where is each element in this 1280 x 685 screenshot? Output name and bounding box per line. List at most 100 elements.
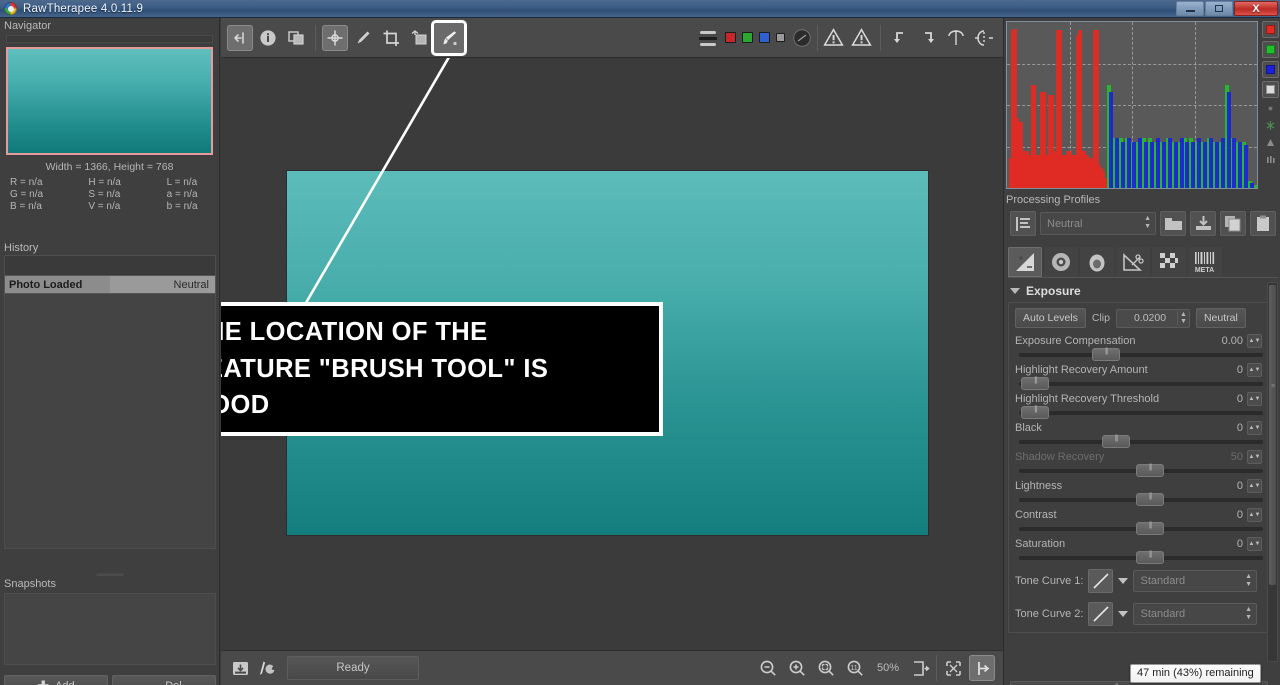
crosshair-icon[interactable]	[322, 24, 348, 51]
zoom-1to1-icon[interactable]: 11	[843, 655, 869, 681]
eyedropper-icon[interactable]	[350, 25, 376, 51]
histogram-chromaticity-toggle[interactable]	[1262, 101, 1279, 115]
histogram-chart[interactable]	[1006, 21, 1258, 189]
spinner-arrows-icon[interactable]: ▲▼	[1247, 363, 1262, 377]
status-button[interactable]: Ready	[287, 656, 419, 680]
chevron-down-icon[interactable]	[1118, 611, 1129, 617]
slider-highlight-recovery-threshold[interactable]: Highlight Recovery Threshold 0 ▲▼	[1015, 392, 1271, 419]
highlight-clipping-warning-icon[interactable]	[848, 25, 874, 51]
histogram-green-toggle[interactable]	[1262, 41, 1279, 58]
slider-track[interactable]	[1019, 522, 1263, 535]
slider-thumb[interactable]	[1136, 551, 1165, 564]
straighten-rotate-icon[interactable]	[406, 25, 432, 51]
folder-open-icon[interactable]	[1160, 211, 1186, 236]
flip-vertical-icon[interactable]	[943, 25, 969, 51]
slider-saturation[interactable]: Saturation 0 ▲▼	[1015, 537, 1271, 564]
fullscreen-icon[interactable]	[940, 655, 966, 681]
exposure-section-header[interactable]: Exposure	[1008, 282, 1278, 302]
brush-tool-button[interactable]	[431, 19, 467, 56]
before-after-panels-icon[interactable]	[283, 25, 309, 51]
snapshot-del-button[interactable]: ▬ Del	[112, 675, 216, 685]
blue-channel-indicator[interactable]	[759, 32, 770, 43]
red-channel-indicator[interactable]	[725, 32, 736, 43]
curve-icon[interactable]	[1088, 569, 1114, 593]
slider-thumb[interactable]	[1092, 348, 1121, 361]
spinner-arrows-icon[interactable]: ▲▼	[1247, 508, 1262, 522]
auto-levels-button[interactable]: Auto Levels	[1015, 308, 1086, 328]
histogram-bars-icon[interactable]	[695, 25, 721, 51]
green-channel-indicator[interactable]	[742, 32, 753, 43]
info-circle-icon[interactable]	[255, 25, 281, 51]
spinner-arrows-icon[interactable]: ▲▼	[1247, 392, 1262, 406]
save-to-queue-icon[interactable]	[227, 655, 253, 681]
histogram-luminance-toggle[interactable]	[1262, 81, 1279, 98]
rotate-right-icon[interactable]	[915, 25, 941, 51]
scrollbar-thumb[interactable]	[1269, 285, 1276, 585]
snapshot-add-button[interactable]: ✚ Add	[4, 675, 108, 685]
spinner-arrows-icon[interactable]: ▲▼	[1247, 334, 1262, 348]
spinner-arrows-icon[interactable]: ▲▼	[1247, 479, 1262, 493]
slider-black[interactable]: Black 0 ▲▼	[1015, 421, 1271, 448]
slider-thumb[interactable]	[1136, 464, 1165, 477]
panel-divider[interactable]: ▬▬▬	[0, 568, 220, 578]
processing-profile-select[interactable]: Neutral ▲ ▼	[1040, 212, 1156, 235]
spinner-arrows-icon[interactable]: ▲▼	[1247, 450, 1262, 464]
tab-transform[interactable]	[1116, 247, 1150, 277]
copy-profile-icon[interactable]	[1220, 211, 1246, 236]
slider-shadow-recovery[interactable]: Shadow Recovery 50 ▲▼	[1015, 450, 1271, 477]
flip-horizontal-icon[interactable]	[971, 25, 997, 51]
shadow-clipping-warning-icon[interactable]	[820, 25, 846, 51]
image-editor-canvas[interactable]: THE LOCATION OF THE FEATURE "BRUSH TOOL"…	[221, 58, 1003, 650]
slider-thumb[interactable]	[1136, 522, 1165, 535]
right-panel-scrollbar[interactable]: ≡	[1267, 282, 1278, 662]
slider-contrast[interactable]: Contrast 0 ▲▼	[1015, 508, 1271, 535]
tab-raw[interactable]	[1152, 247, 1186, 277]
collapse-panel-button[interactable]	[227, 24, 253, 51]
crop-icon[interactable]	[378, 25, 404, 51]
navigator-thumbnail[interactable]	[6, 47, 213, 155]
history-row[interactable]: Photo Loaded Neutral	[4, 275, 216, 294]
slider-exposure-compensation[interactable]: Exposure Compensation 0.00 ▲▼	[1015, 334, 1271, 361]
exposure-tool-panel[interactable]: Exposure Auto Levels Clip 0.0200 ▲ ▼ Neut…	[1008, 282, 1278, 674]
save-profile-icon[interactable]	[1190, 211, 1216, 236]
paste-profile-icon[interactable]	[1250, 211, 1276, 236]
snapshots-list[interactable]	[4, 593, 216, 665]
profile-list-icon[interactable]	[1010, 211, 1036, 236]
slider-track[interactable]	[1019, 348, 1263, 361]
maximize-button[interactable]	[1205, 1, 1233, 16]
luminance-channel-indicator[interactable]	[776, 33, 785, 42]
zoom-out-icon[interactable]	[756, 655, 782, 681]
clip-spinner[interactable]: 0.0200 ▲ ▼	[1115, 308, 1190, 328]
spinner-arrows-icon[interactable]: ▲▼	[1247, 537, 1262, 551]
brush-palette-icon[interactable]	[253, 655, 279, 681]
tone-curve-mode-select[interactable]: Standard ▲ ▼	[1133, 603, 1257, 625]
slider-track[interactable]	[1019, 406, 1263, 419]
slider-track[interactable]	[1019, 464, 1263, 477]
slider-track[interactable]	[1019, 435, 1263, 448]
zoom-in-icon[interactable]	[785, 655, 811, 681]
tab-exposure[interactable]	[1008, 247, 1042, 277]
tab-color[interactable]	[1080, 247, 1114, 277]
histogram-red-toggle[interactable]	[1262, 21, 1279, 38]
curve-icon[interactable]	[1088, 602, 1114, 626]
fit-crop-icon[interactable]	[907, 655, 933, 681]
histogram-blue-toggle[interactable]	[1262, 61, 1279, 78]
tab-metadata[interactable]: META	[1188, 247, 1222, 277]
slider-track[interactable]	[1019, 551, 1263, 564]
minimize-button[interactable]	[1176, 1, 1204, 16]
history-list[interactable]	[4, 294, 216, 549]
slider-thumb[interactable]	[1101, 435, 1130, 448]
slider-track[interactable]	[1019, 377, 1263, 390]
slider-track[interactable]	[1019, 493, 1263, 506]
close-button[interactable]: X	[1234, 1, 1278, 16]
slider-highlight-recovery-amount[interactable]: Highlight Recovery Amount 0 ▲▼	[1015, 363, 1271, 390]
spinner-arrows-icon[interactable]: ▲▼	[1247, 421, 1262, 435]
rotate-left-icon[interactable]	[887, 25, 913, 51]
histogram-raw-toggle[interactable]	[1262, 118, 1279, 132]
slider-thumb[interactable]	[1021, 406, 1050, 419]
slider-thumb[interactable]	[1136, 493, 1165, 506]
zoom-fit-icon[interactable]	[814, 655, 840, 681]
neutral-button[interactable]: Neutral	[1195, 308, 1246, 328]
tone-curve-mode-select[interactable]: Standard ▲ ▼	[1133, 570, 1257, 592]
chevron-down-icon[interactable]	[1118, 578, 1129, 584]
